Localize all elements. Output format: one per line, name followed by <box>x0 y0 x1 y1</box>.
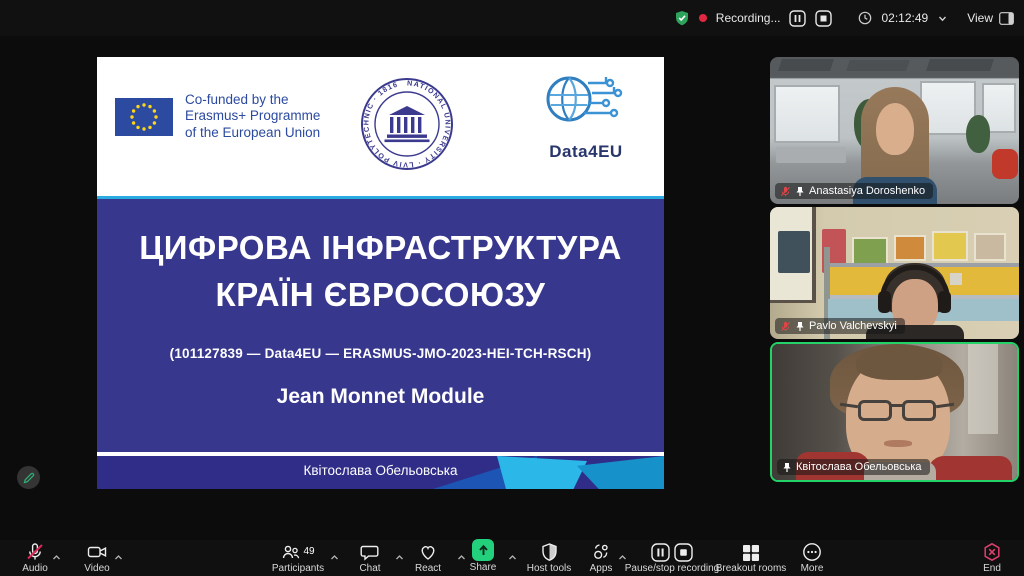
data4eu-globe-icon <box>542 69 630 135</box>
audio-menu-chevron[interactable] <box>52 549 61 564</box>
participant-name: Pavlo Valchevskyi <box>809 320 897 332</box>
eu-funding-text: Co-funded by the Erasmus+ Programme of t… <box>185 92 320 141</box>
pin-icon <box>795 186 805 197</box>
camera-icon <box>87 542 108 562</box>
chat-bubble-icon <box>360 542 380 562</box>
share-button[interactable]: Share <box>460 541 506 573</box>
pause-icon <box>651 543 670 562</box>
meeting-toolbar: Audio Video 49 Participants <box>0 540 1024 576</box>
end-meeting-button[interactable]: End <box>970 542 1014 574</box>
eu-flag-icon <box>115 98 173 136</box>
participants-count: 49 <box>303 546 314 557</box>
recording-dot-icon <box>699 14 707 22</box>
pencil-icon <box>23 472 35 484</box>
clock-icon <box>858 11 872 25</box>
audio-button[interactable]: Audio <box>13 542 57 574</box>
recording-status: Recording... <box>716 11 781 25</box>
project-code: (101127839 — Data4EU — ERASMUS-JMO-2023-… <box>97 346 664 361</box>
eu-funding-block: Co-funded by the Erasmus+ Programme of t… <box>115 92 320 141</box>
more-ellipsis-icon <box>802 542 822 562</box>
participant-name: Anastasiya Doroshenko <box>809 185 925 197</box>
participant-name: Квітослава Обельовська <box>796 461 922 473</box>
heart-icon <box>418 542 438 562</box>
apps-icon <box>591 542 611 562</box>
participants-icon <box>281 542 301 562</box>
slide-footer: Квітослава Обельовська <box>97 456 664 489</box>
view-button[interactable]: View <box>967 11 993 25</box>
shared-screen-stage: Co-funded by the Erasmus+ Programme of t… <box>0 36 1024 540</box>
pin-icon <box>795 321 805 332</box>
mic-muted-icon <box>780 186 791 197</box>
person-face <box>876 103 914 155</box>
data4eu-wordmark: Data4EU <box>538 142 634 162</box>
top-bar: Recording... 02:12:49 View <box>0 0 1024 36</box>
annotate-pencil-button[interactable] <box>17 466 40 489</box>
video-tile-kvitoslava[interactable]: Квітослава Обельовська <box>770 342 1019 482</box>
mic-muted-icon <box>25 542 45 562</box>
share-screen-icon <box>472 539 494 561</box>
mic-muted-icon <box>780 321 791 332</box>
breakout-rooms-button[interactable]: Breakout rooms <box>709 542 793 574</box>
stop-recording-button[interactable] <box>815 10 832 27</box>
glasses-icon <box>902 400 936 421</box>
video-tile-anastasiya[interactable]: Anastasiya Doroshenko <box>770 57 1019 204</box>
react-button[interactable]: React <box>405 542 451 574</box>
host-tools-button[interactable]: Host tools <box>520 542 578 574</box>
pause-recording-button[interactable] <box>789 10 806 27</box>
nametag: Квітослава Обельовська <box>777 459 930 475</box>
stop-icon <box>674 543 693 562</box>
more-button[interactable]: More <box>790 542 834 574</box>
video-tile-pavlo[interactable]: Pavlo Valchevskyi <box>770 207 1019 339</box>
timer-chevron-down-icon[interactable] <box>937 13 948 24</box>
slide-logo-row: Co-funded by the Erasmus+ Programme of t… <box>97 57 664 196</box>
nametag: Pavlo Valchevskyi <box>775 318 905 334</box>
slide-title-block: ЦИФРОВА ІНФРАСТРУКТУРА КРАЇН ЄВРОСОЮЗУ (… <box>97 199 664 452</box>
glasses-icon <box>858 400 892 421</box>
person-shoulders <box>928 456 1012 482</box>
office-scene <box>770 57 1019 204</box>
module-name: Jean Monnet Module <box>97 385 664 409</box>
security-shield-icon <box>674 10 690 26</box>
video-menu-chevron[interactable] <box>114 549 123 564</box>
breakout-grid-icon <box>742 542 760 562</box>
chat-button[interactable]: Chat <box>348 542 392 574</box>
video-button[interactable]: Video <box>75 542 119 574</box>
data4eu-logo: Data4EU <box>538 69 634 162</box>
lviv-polytechnic-seal-icon: NATIONAL UNIVERSITY · LVIV POLYTECHNIC ·… <box>359 76 455 172</box>
participant-video-strip: Anastasiya Doroshenko <box>770 57 1019 482</box>
shield-icon <box>540 542 559 562</box>
slide-title: ЦИФРОВА ІНФРАСТРУКТУРА КРАЇН ЄВРОСОЮЗУ <box>97 199 664 319</box>
share-menu-chevron[interactable] <box>508 549 517 564</box>
chat-menu-chevron[interactable] <box>395 549 404 564</box>
participants-menu-chevron[interactable] <box>330 549 339 564</box>
zoom-meeting-window: Recording... 02:12:49 View <box>0 0 1024 576</box>
participants-button[interactable]: 49 Participants <box>260 542 336 574</box>
shared-slide: Co-funded by the Erasmus+ Programme of t… <box>97 57 664 489</box>
nametag: Anastasiya Doroshenko <box>775 183 933 199</box>
meeting-timer: 02:12:49 <box>881 11 928 25</box>
pin-icon <box>782 462 792 473</box>
view-layout-icon <box>999 12 1014 25</box>
slide-author: Квітослава Обельовська <box>97 463 664 478</box>
end-call-icon <box>982 542 1002 562</box>
